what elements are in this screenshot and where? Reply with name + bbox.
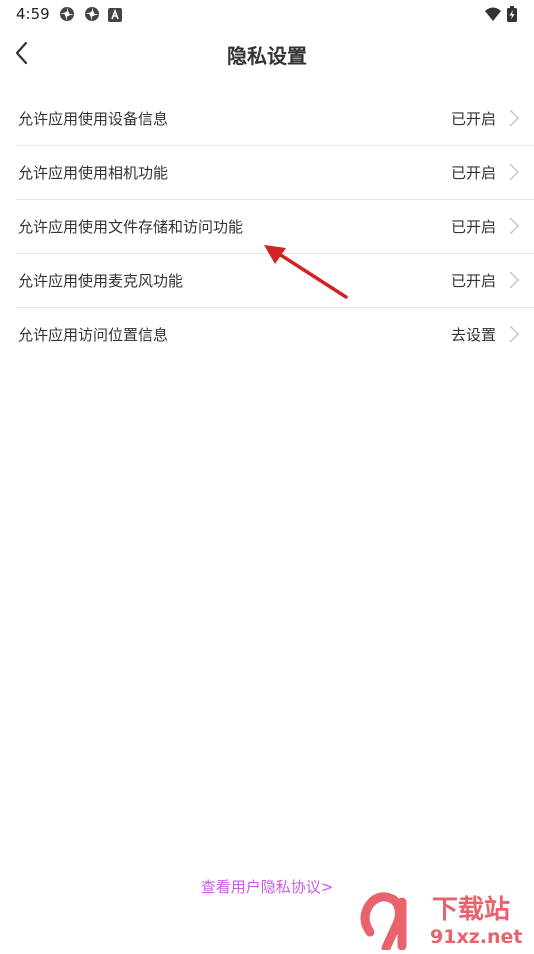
settings-list: 允许应用使用设备信息 已开启 允许应用使用相机功能 已开启 允许应用使用文件存储… [16, 92, 534, 361]
watermark-logo: 下载站 91xz.net [356, 888, 534, 953]
setting-label: 允许应用使用相机功能 [18, 164, 169, 182]
chevron-right-icon [509, 271, 520, 289]
settings-gear-icon [59, 6, 75, 22]
setting-status: 已开启 [450, 164, 496, 182]
app-a-icon [108, 7, 122, 22]
setting-status: 已开启 [450, 110, 496, 128]
chevron-right-icon [509, 325, 520, 343]
chevron-right-icon [509, 217, 520, 235]
svg-text:91xz.net: 91xz.net [430, 926, 522, 948]
setting-label: 允许应用使用文件存储和访问功能 [18, 218, 244, 236]
settings-gear-icon [84, 6, 100, 22]
status-bar: 4:59 [0, 0, 534, 28]
svg-text:下载站: 下载站 [432, 895, 510, 925]
setting-row-storage[interactable]: 允许应用使用文件存储和访问功能 已开启 [16, 200, 534, 254]
setting-row-location[interactable]: 允许应用访问位置信息 去设置 [16, 308, 534, 361]
setting-label: 允许应用使用设备信息 [18, 110, 169, 128]
chevron-right-icon [509, 163, 520, 181]
battery-charging-icon [506, 6, 518, 22]
setting-row-camera[interactable]: 允许应用使用相机功能 已开启 [16, 146, 534, 200]
setting-status: 已开启 [450, 218, 496, 236]
setting-row-microphone[interactable]: 允许应用使用麦克风功能 已开启 [16, 254, 534, 308]
setting-label: 允许应用使用麦克风功能 [18, 272, 184, 290]
wifi-icon [484, 6, 502, 22]
setting-status: 去设置 [450, 326, 496, 344]
header-bar: 隐私设置 [0, 28, 534, 80]
page-title: 隐私设置 [227, 44, 307, 68]
status-time: 4:59 [16, 5, 50, 23]
setting-row-device-info[interactable]: 允许应用使用设备信息 已开启 [16, 92, 534, 146]
setting-label: 允许应用访问位置信息 [18, 326, 169, 344]
setting-status: 已开启 [450, 272, 496, 290]
chevron-right-icon [509, 109, 520, 127]
